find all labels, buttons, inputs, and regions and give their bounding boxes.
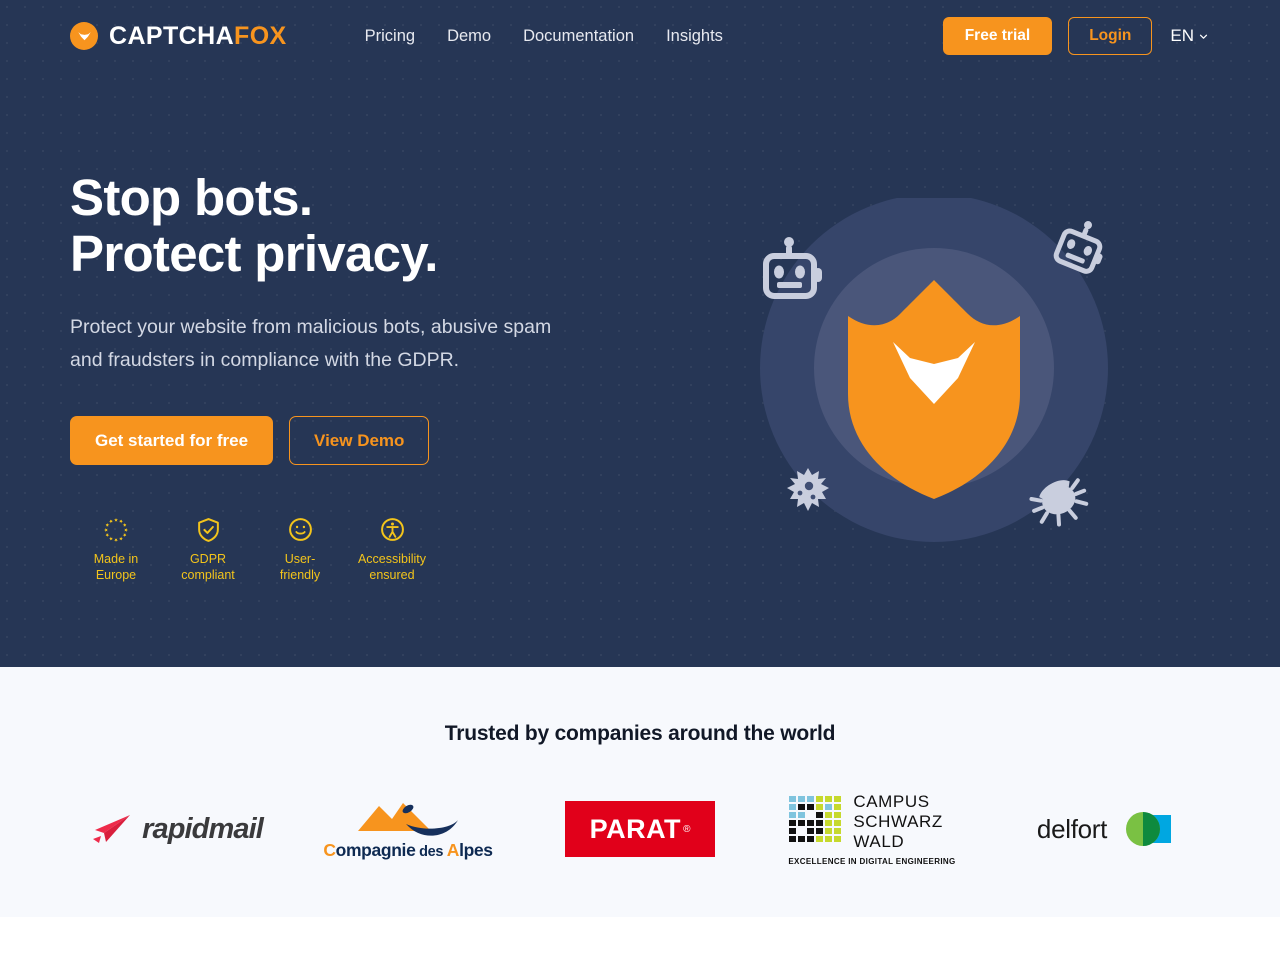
free-trial-button[interactable]: Free trial xyxy=(942,17,1053,55)
badge-accessibility-ensured: Accessibility ensured xyxy=(346,517,438,583)
nav-link-pricing[interactable]: Pricing xyxy=(349,19,431,54)
logo-campus-schwarzwald: CAMPUS SCHWARZ WALD EXCELLENCE IN DIGITA… xyxy=(756,792,988,866)
nav-link-documentation[interactable]: Documentation xyxy=(507,19,650,54)
logo-tagline: EXCELLENCE IN DIGITAL ENGINEERING xyxy=(788,856,956,866)
top-navigation-bar: CAPTCHAFOX Pricing Demo Documentation In… xyxy=(0,0,1280,72)
view-demo-button[interactable]: View Demo xyxy=(289,415,430,465)
logo-text: PARAT xyxy=(589,813,682,844)
language-selector-label: EN xyxy=(1170,26,1194,45)
badge-label: GDPR compliant xyxy=(181,551,235,582)
nav-link-insights[interactable]: Insights xyxy=(650,19,739,54)
headline-line-1: Stop bots. xyxy=(70,169,313,226)
trusted-by-section: Trusted by companies around the world ra… xyxy=(0,667,1280,917)
pixel-grid-icon xyxy=(789,796,842,842)
registered-mark: ® xyxy=(683,823,691,835)
logo-rapidmail: rapidmail xyxy=(60,794,292,864)
brand-logo-link[interactable]: CAPTCHAFOX xyxy=(70,22,287,50)
brand-name-accent: FOX xyxy=(234,21,287,50)
get-started-button[interactable]: Get started for free xyxy=(70,415,274,465)
eu-stars-icon xyxy=(103,517,129,543)
logo-text: CAMPUS SCHWARZ WALD xyxy=(853,792,943,851)
badge-label: Made in Europe xyxy=(93,551,139,582)
logo-parat: PARAT ® xyxy=(524,794,756,864)
logo-delfort: delfort xyxy=(988,794,1220,864)
smiley-face-icon xyxy=(288,517,313,543)
logo-text: delfort xyxy=(1036,813,1108,844)
logo-text: Compagnie des Alpes xyxy=(323,839,493,860)
hero-subtitle: Protect your website from malicious bots… xyxy=(70,316,552,371)
badge-made-in-europe: Made in Europe xyxy=(70,517,162,583)
badge-user-friendly: User- friendly xyxy=(254,517,346,583)
nav-actions: Free trial Login EN xyxy=(942,17,1210,55)
mountain-icon xyxy=(358,802,458,836)
company-logo-row: rapidmail Compagnie des Alpes PARAT ® CA… xyxy=(0,792,1280,866)
language-selector[interactable]: EN xyxy=(1168,22,1210,50)
logo-compagnie-des-alpes: Compagnie des Alpes xyxy=(292,794,524,864)
shield-check-icon xyxy=(196,517,221,543)
logo-text: rapidmail xyxy=(142,812,264,845)
trust-badges: Made in Europe GDPR compliant User- frie… xyxy=(70,517,680,583)
brand-name-primary: CAPTCHA xyxy=(109,21,235,50)
page-title: Stop bots. Protect privacy. xyxy=(70,170,680,281)
paper-plane-icon xyxy=(93,815,131,843)
trusted-by-title: Trusted by companies around the world xyxy=(444,722,836,745)
circle-square-icon xyxy=(1126,812,1172,846)
brand-name: CAPTCHAFOX xyxy=(109,21,287,50)
chevron-down-icon xyxy=(1199,34,1208,39)
fox-logo-icon xyxy=(70,22,98,50)
hero-content: Stop bots. Protect privacy. Protect your… xyxy=(0,72,1280,583)
nav-links: Pricing Demo Documentation Insights xyxy=(349,19,739,54)
hero-section: CAPTCHAFOX Pricing Demo Documentation In… xyxy=(0,0,1280,667)
badge-label: User- friendly xyxy=(279,551,321,582)
login-button[interactable]: Login xyxy=(1068,17,1153,55)
badge-gdpr-compliant: GDPR compliant xyxy=(162,517,254,583)
headline-line-2: Protect privacy. xyxy=(70,224,438,282)
hero-text-column: Stop bots. Protect privacy. Protect your… xyxy=(70,72,680,583)
nav-link-demo[interactable]: Demo xyxy=(431,19,507,54)
badge-label: Accessibility ensured xyxy=(357,551,427,582)
accessibility-icon xyxy=(380,517,405,543)
hero-cta-group: Get started for free View Demo xyxy=(70,415,680,465)
